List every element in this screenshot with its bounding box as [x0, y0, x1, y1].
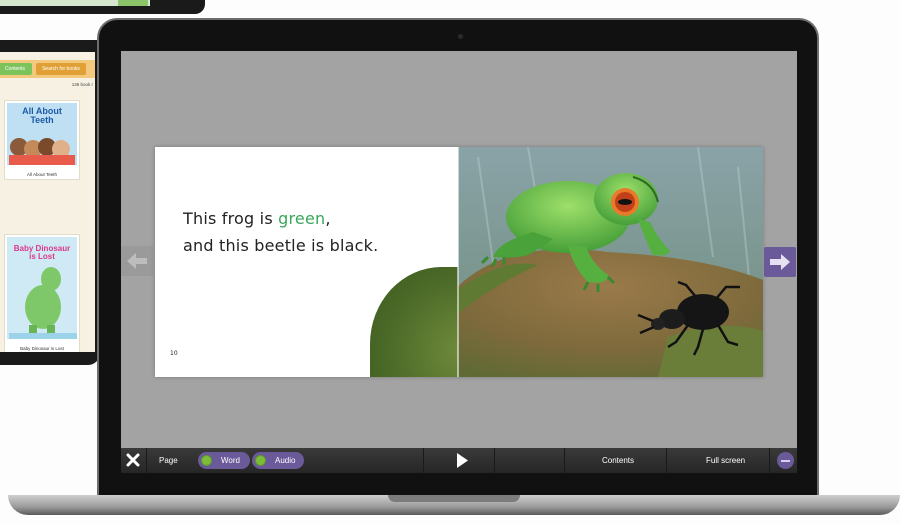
audio-toggle-label: Audio	[275, 456, 296, 465]
camera-dot	[458, 34, 463, 39]
book-cover: Baby Dinosaur is Lost	[7, 237, 77, 339]
book-card-dinosaur[interactable]: Baby Dinosaur is Lost Baby Dinosaur is L…	[4, 234, 80, 352]
toolbar-divider	[769, 448, 770, 473]
left-page: This frog is green, and this beetle is b…	[155, 147, 458, 377]
play-button[interactable]	[455, 452, 469, 469]
menu-button[interactable]	[777, 452, 794, 469]
laptop-base-notch	[388, 495, 520, 502]
background-device-top	[0, 0, 205, 14]
close-button[interactable]	[125, 452, 141, 468]
book-caption: Baby Dinosaur is Lost	[20, 346, 64, 351]
page-number: 10	[170, 350, 178, 357]
children-illustration	[9, 138, 75, 165]
story-line-1: This frog is green,	[183, 205, 378, 232]
toolbar-divider	[564, 448, 565, 473]
toolbar-divider	[423, 448, 424, 473]
arrow-left-icon	[127, 253, 147, 269]
tablet-tab-search[interactable]: Search for books	[36, 63, 86, 75]
fullscreen-button[interactable]: Full screen	[706, 456, 745, 465]
background-tablet: Contents Search for books 136 book r All…	[0, 40, 100, 365]
story-text: This frog is green, and this beetle is b…	[183, 205, 378, 259]
moss-rock-edge	[370, 267, 458, 377]
play-icon	[457, 453, 468, 468]
tablet-book-count: 136 book r	[71, 82, 93, 87]
reader-screen: This frog is green, and this beetle is b…	[121, 51, 797, 473]
close-icon	[126, 453, 140, 467]
toggle-dot	[255, 455, 266, 466]
book-cover: All About Teeth	[7, 103, 77, 165]
tablet-tab-contents[interactable]: Contents	[0, 63, 32, 75]
right-page-illustration	[458, 147, 763, 377]
background-strip-button	[118, 0, 148, 6]
page-mode-button[interactable]: Page	[159, 456, 178, 465]
story-line-2: and this beetle is black.	[183, 236, 379, 255]
tablet-tab-bar: Contents Search for books	[0, 60, 95, 78]
audio-toggle[interactable]: Audio	[252, 452, 304, 469]
next-page-button[interactable]	[764, 247, 796, 277]
menu-icon	[781, 459, 790, 462]
word-toggle[interactable]: Word	[198, 452, 250, 469]
toolbar-divider	[666, 448, 667, 473]
book-spread: This frog is green, and this beetle is b…	[155, 147, 763, 377]
dinosaur-illustration	[9, 267, 77, 339]
page-fold	[457, 147, 459, 377]
arrow-right-icon	[770, 254, 790, 270]
book-caption: All About Teeth	[27, 172, 57, 177]
story-punctuation: ,	[325, 209, 331, 228]
laptop-base	[8, 495, 900, 525]
previous-page-button[interactable]	[121, 246, 153, 276]
toolbar-divider	[146, 448, 147, 473]
stage: Contents Search for books 136 book r All…	[0, 0, 900, 525]
toggle-dot	[201, 455, 212, 466]
reader-toolbar: Page Word Audio Contents Full screen	[121, 448, 797, 473]
tablet-screen: Contents Search for books 136 book r All…	[0, 52, 95, 352]
contents-button[interactable]: Contents	[602, 456, 634, 465]
story-word-group: This frog is	[183, 209, 279, 228]
book-card-teeth[interactable]: All About Teeth All About Teeth	[4, 100, 80, 180]
frog-beetle-illustration	[458, 147, 763, 377]
highlighted-word[interactable]: green	[278, 209, 325, 228]
toolbar-divider	[494, 448, 495, 473]
word-toggle-label: Word	[221, 456, 240, 465]
